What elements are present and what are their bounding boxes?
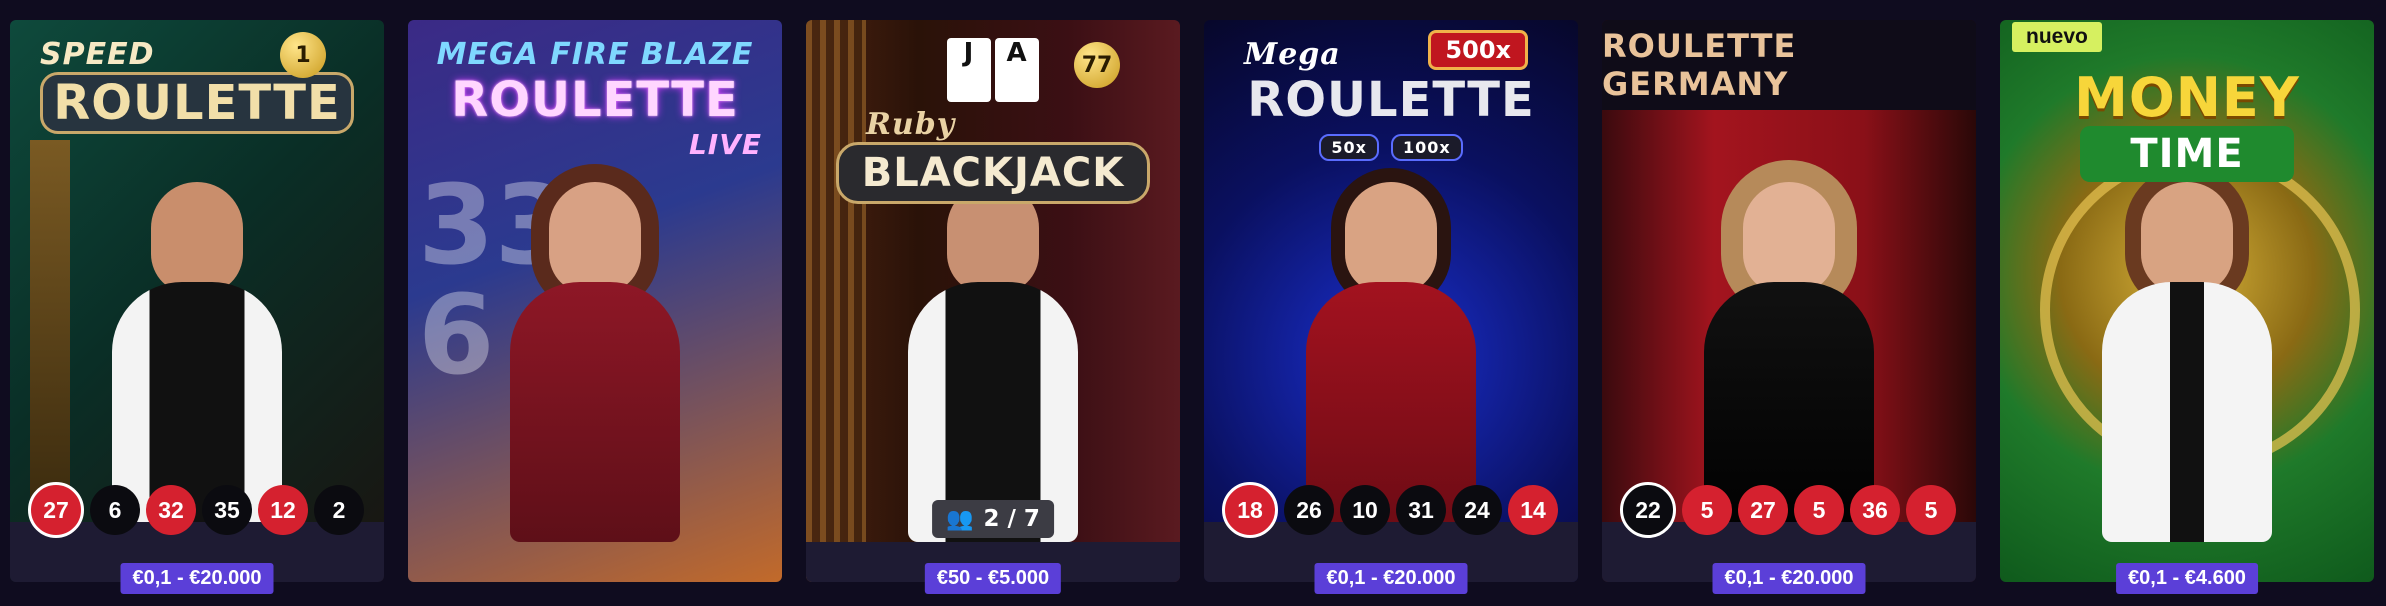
recent-results: 22 5 27 5 36 5: [1620, 482, 1956, 538]
game-logo: MEGA FIRE BLAZE ROULETTE LIVE: [408, 37, 782, 162]
game-logo: MONEY TIME: [2000, 70, 2374, 182]
cards-icon: J A: [943, 38, 1043, 108]
dealer-figure: [510, 182, 680, 542]
multiplier-badge: 500x: [1428, 30, 1528, 70]
logo-roulette-text: ROULETTE: [40, 72, 354, 134]
game-card-mega-roulette[interactable]: Mega ROULETTE 50x 100x 500x 18 26 10 31 …: [1204, 20, 1578, 594]
result-ball: 14: [1508, 485, 1558, 535]
seats-indicator: 👥 2 / 7: [932, 500, 1054, 538]
game-logo: J A Ruby BLACKJACK: [806, 38, 1180, 204]
bet-limit-badge: €0,1 - €20.000: [1314, 563, 1468, 594]
players-icon: 👥: [946, 506, 974, 532]
result-ball: 26: [1284, 485, 1334, 535]
logo-money-text: MONEY: [2074, 66, 2300, 129]
logo-time-text: TIME: [2080, 126, 2294, 182]
logo-roulette-text: ROULETTE: [1247, 72, 1535, 128]
result-ball: 31: [1396, 485, 1446, 535]
rank-badge: 77: [1074, 42, 1120, 88]
game-thumbnail: MONEY TIME: [2000, 20, 2374, 582]
result-ball: 36: [1850, 485, 1900, 535]
seats-count: 2 / 7: [983, 506, 1040, 532]
logo-ruby-text: Ruby: [866, 107, 956, 142]
game-card-money-time[interactable]: MONEY TIME nuevo €0,1 - €4.600: [2000, 20, 2374, 594]
multiplier-50x: 50x: [1319, 134, 1379, 161]
result-ball: 5: [1794, 485, 1844, 535]
rank-badge: 1: [280, 32, 326, 78]
game-thumbnail: J A Ruby BLACKJACK 77: [806, 20, 1180, 582]
host-figure: [2102, 182, 2272, 542]
bet-limit-badge: €50 - €5.000: [924, 563, 1062, 594]
result-ball: 24: [1452, 485, 1502, 535]
result-ball: 27: [1738, 485, 1788, 535]
result-ball: 18: [1222, 482, 1278, 538]
bet-limit-badge: €0,1 - €4.600: [2116, 563, 2258, 594]
game-logo: SPEED ROULETTE: [10, 38, 384, 134]
game-card-ruby-blackjack[interactable]: J A Ruby BLACKJACK 77 👥 2 / 7 €50 - €5.0…: [806, 20, 1180, 594]
recent-results: 27 6 32 35 12 2: [28, 482, 364, 538]
result-ball: 10: [1340, 485, 1390, 535]
result-ball: 32: [146, 485, 196, 535]
result-ball: 27: [28, 482, 84, 538]
result-ball: 35: [202, 485, 252, 535]
logo-blackjack-text: BLACKJACK: [836, 142, 1150, 204]
logo-speed-text: SPEED: [40, 37, 155, 72]
game-card-speed-roulette[interactable]: SPEED ROULETTE 1 27 6 32 35 12 2 €0,1 - …: [10, 20, 384, 594]
result-ball: 5: [1682, 485, 1732, 535]
result-ball: 5: [1906, 485, 1956, 535]
bet-limit-badge: €0,1 - €20.000: [1712, 563, 1866, 594]
result-ball: 12: [258, 485, 308, 535]
live-games-row: SPEED ROULETTE 1 27 6 32 35 12 2 €0,1 - …: [10, 20, 2374, 594]
recent-results: 18 26 10 31 24 14: [1222, 482, 1558, 538]
game-title-header: ROULETTE GERMANY: [1602, 20, 1976, 110]
game-card-mega-fire-blaze-roulette[interactable]: 33 6 MEGA FIRE BLAZE ROULETTE LIVE: [408, 20, 782, 582]
game-thumbnail: 33 6 MEGA FIRE BLAZE ROULETTE LIVE: [408, 20, 782, 582]
logo-roulette-text: ROULETTE: [451, 72, 739, 128]
result-ball: 22: [1620, 482, 1676, 538]
logo-mega-fire-blaze-text: MEGA FIRE BLAZE: [436, 37, 754, 72]
result-ball: 2: [314, 485, 364, 535]
dealer-figure: [908, 182, 1078, 542]
bet-limit-badge: €0,1 - €20.000: [120, 563, 274, 594]
logo-live-text: LIVE: [688, 128, 762, 161]
result-ball: 6: [90, 485, 140, 535]
multiplier-100x: 100x: [1390, 134, 1463, 161]
game-card-roulette-germany[interactable]: ROULETTE GERMANY 22 5 27 5 36 5 €0,1 - €…: [1602, 20, 1976, 594]
new-tag: nuevo: [2012, 22, 2102, 52]
